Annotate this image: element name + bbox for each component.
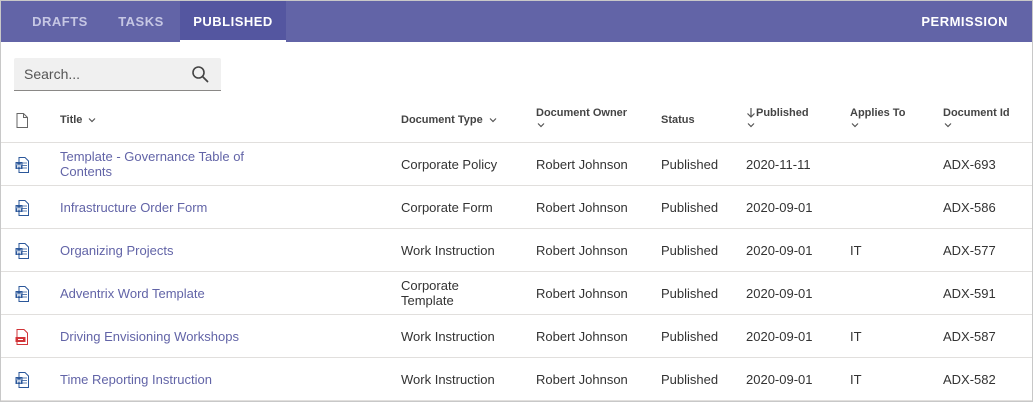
document-id-cell: ADX-591: [943, 285, 996, 301]
file-type-column-icon: [16, 113, 28, 128]
applies-to-cell: IT: [850, 371, 862, 387]
status-cell: Published: [661, 285, 719, 301]
document-title-link[interactable]: Template - Governance Table of Contents: [60, 143, 260, 185]
column-published-label: Published: [756, 107, 809, 119]
document-title-link[interactable]: Driving Envisioning Workshops: [60, 315, 260, 357]
document-type-cell: Corporate Form: [401, 199, 493, 215]
document-id-cell: ADX-587: [943, 328, 996, 344]
status-cell: Published: [661, 371, 719, 387]
applies-to-cell: IT: [850, 242, 862, 258]
published-date-cell: 2020-09-01: [746, 328, 813, 344]
published-date-cell: 2020-11-11: [746, 156, 811, 172]
tab-bar: DRAFTS TASKS PUBLISHED PERMISSION: [1, 1, 1032, 42]
document-id-cell: ADX-693: [943, 156, 996, 172]
chevron-down-icon: [89, 118, 96, 123]
sort-descending-icon: [747, 108, 755, 118]
document-type-cell: Work Instruction: [401, 242, 495, 258]
word-document-icon: [15, 372, 29, 388]
column-applies-to-label: Applies To: [850, 107, 906, 119]
permission-button[interactable]: PERMISSION: [921, 1, 1008, 42]
document-library-panel: DRAFTS TASKS PUBLISHED PERMISSION Title …: [0, 0, 1033, 402]
document-id-cell: ADX-586: [943, 199, 996, 215]
column-title-label: Title: [60, 114, 83, 126]
chevron-down-icon: [537, 123, 545, 128]
applies-to-cell: [850, 143, 920, 185]
document-title-link[interactable]: Infrastructure Order Form: [60, 186, 260, 228]
document-id-cell: ADX-582: [943, 371, 996, 387]
document-type-cell: Work Instruction: [401, 328, 495, 344]
chevron-down-icon: [851, 123, 859, 128]
word-document-icon: [15, 157, 29, 173]
table-row[interactable]: Time Reporting Instruction Work Instructi…: [1, 358, 1032, 401]
column-status-label: Status: [661, 114, 695, 126]
column-document-type-label: Document Type: [401, 114, 483, 126]
table-row[interactable]: Driving Envisioning Workshops Work Instru…: [1, 315, 1032, 358]
document-title-link[interactable]: Time Reporting Instruction: [60, 358, 260, 400]
document-title-link[interactable]: Adventrix Word Template: [60, 272, 260, 314]
word-document-icon: [15, 286, 29, 302]
chevron-down-icon: [489, 118, 497, 123]
column-document-owner-label: Document Owner: [536, 107, 628, 119]
published-date-cell: 2020-09-01: [746, 242, 813, 258]
search-box: [14, 58, 221, 91]
status-cell: Published: [661, 242, 719, 258]
document-owner-cell: Robert Johnson: [536, 285, 628, 301]
search-icon[interactable]: [191, 65, 209, 83]
status-cell: Published: [661, 156, 719, 172]
document-owner-cell: Robert Johnson: [536, 371, 628, 387]
applies-to-cell: IT: [850, 328, 862, 344]
chevron-down-icon: [747, 123, 755, 128]
tab-tasks[interactable]: TASKS: [103, 1, 179, 42]
word-document-icon: [15, 200, 29, 216]
pdf-document-icon: [15, 329, 28, 345]
document-type-cell: Corporate Policy: [401, 156, 498, 172]
table-row[interactable]: Template - Governance Table of Contents C…: [1, 143, 1032, 186]
document-owner-cell: Robert Johnson: [536, 199, 628, 215]
document-owner-cell: Robert Johnson: [536, 242, 628, 258]
document-title-link[interactable]: Organizing Projects: [60, 229, 260, 271]
document-type-cell: Corporate Template: [401, 278, 459, 308]
document-id-cell: ADX-577: [943, 242, 996, 258]
tab-published[interactable]: PUBLISHED: [180, 1, 286, 42]
document-type-cell: Work Instruction: [401, 371, 495, 387]
applies-to-cell: [850, 186, 920, 228]
published-date-cell: 2020-09-01: [746, 371, 813, 387]
status-cell: Published: [661, 328, 719, 344]
document-owner-cell: Robert Johnson: [536, 156, 628, 172]
word-document-icon: [15, 243, 29, 259]
applies-to-cell: [850, 272, 920, 314]
status-cell: Published: [661, 199, 719, 215]
search-input[interactable]: [14, 58, 184, 90]
tab-drafts[interactable]: DRAFTS: [17, 1, 103, 42]
published-date-cell: 2020-09-01: [746, 285, 813, 301]
table-row[interactable]: Organizing Projects Work Instruction Rober…: [1, 229, 1032, 272]
column-document-id-label: Document Id: [943, 107, 1010, 119]
document-owner-cell: Robert Johnson: [536, 328, 628, 344]
published-date-cell: 2020-09-01: [746, 199, 813, 215]
table-row[interactable]: Infrastructure Order Form Corporate Form R…: [1, 186, 1032, 229]
chevron-down-icon: [944, 123, 952, 128]
table-row[interactable]: Adventrix Word Template Corporate Templat…: [1, 272, 1032, 315]
